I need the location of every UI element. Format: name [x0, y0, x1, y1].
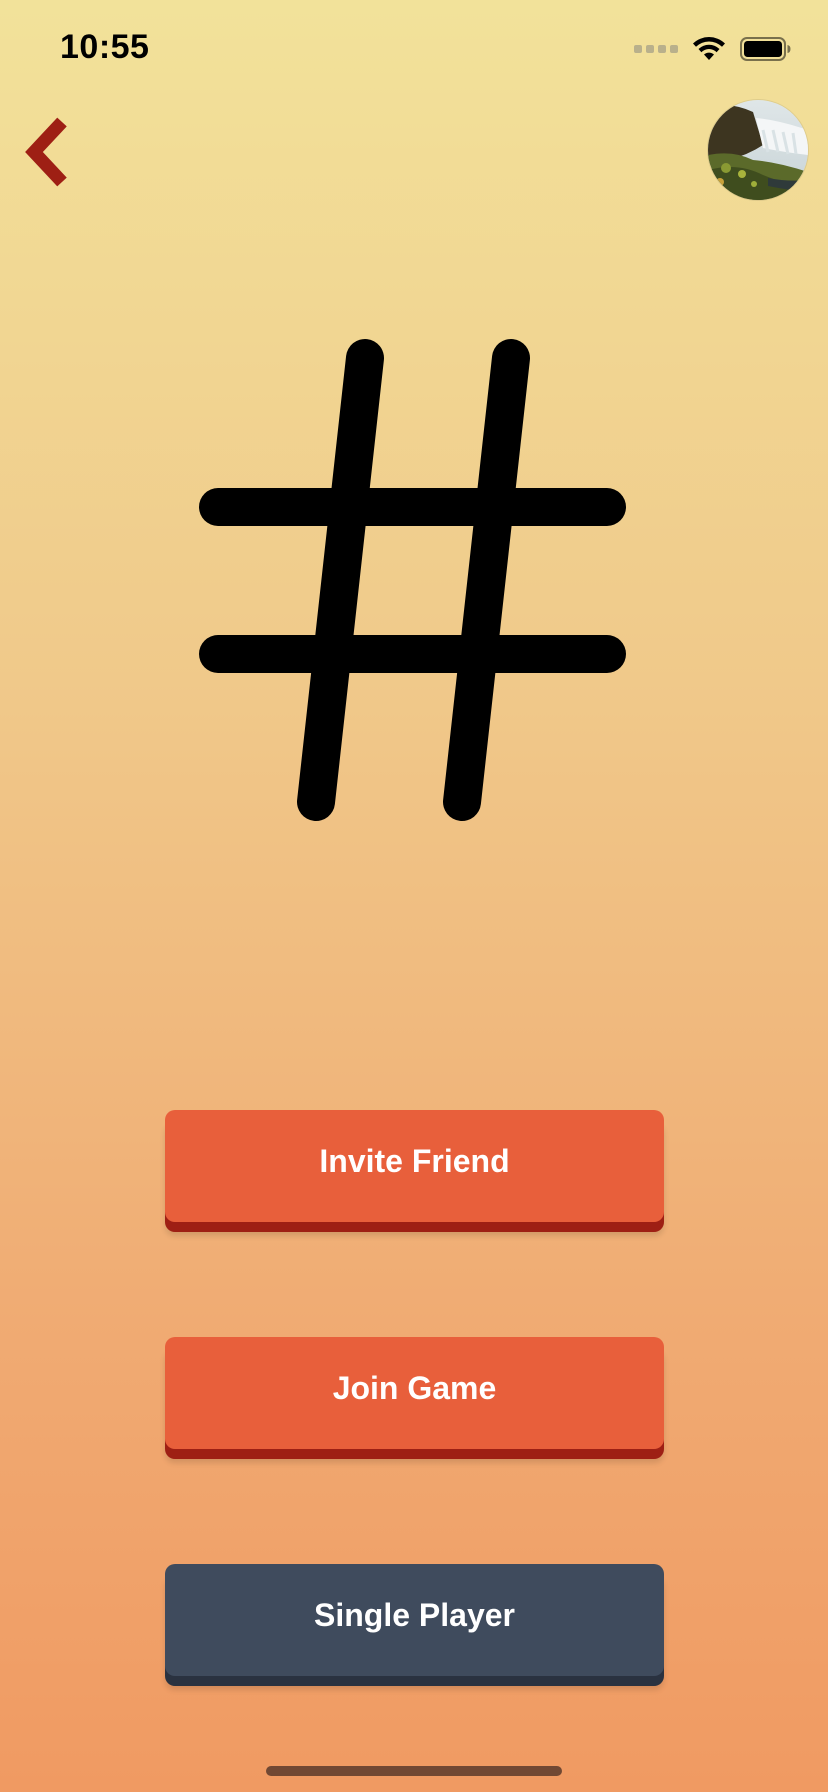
- join-game-button[interactable]: Join Game: [165, 1337, 664, 1449]
- wifi-icon: [693, 37, 725, 60]
- status-icons: [634, 34, 792, 64]
- battery-icon: [740, 37, 791, 61]
- chevron-left-icon: [25, 117, 67, 187]
- status-time: 10:55: [60, 28, 150, 66]
- home-indicator[interactable]: [266, 1766, 562, 1776]
- invite-friend-button[interactable]: Invite Friend: [165, 1110, 664, 1222]
- app-logo: [180, 320, 640, 840]
- single-player-button[interactable]: Single Player: [165, 1564, 664, 1676]
- game-lobby-screen: 10:55 Invite Friend Join Game Single Pla…: [0, 0, 828, 1792]
- hash-icon: [199, 339, 626, 821]
- cellular-signal-icon: [634, 45, 678, 53]
- waterfall-photo-avatar: [708, 100, 808, 200]
- back-button[interactable]: [22, 112, 82, 192]
- avatar[interactable]: [708, 100, 808, 200]
